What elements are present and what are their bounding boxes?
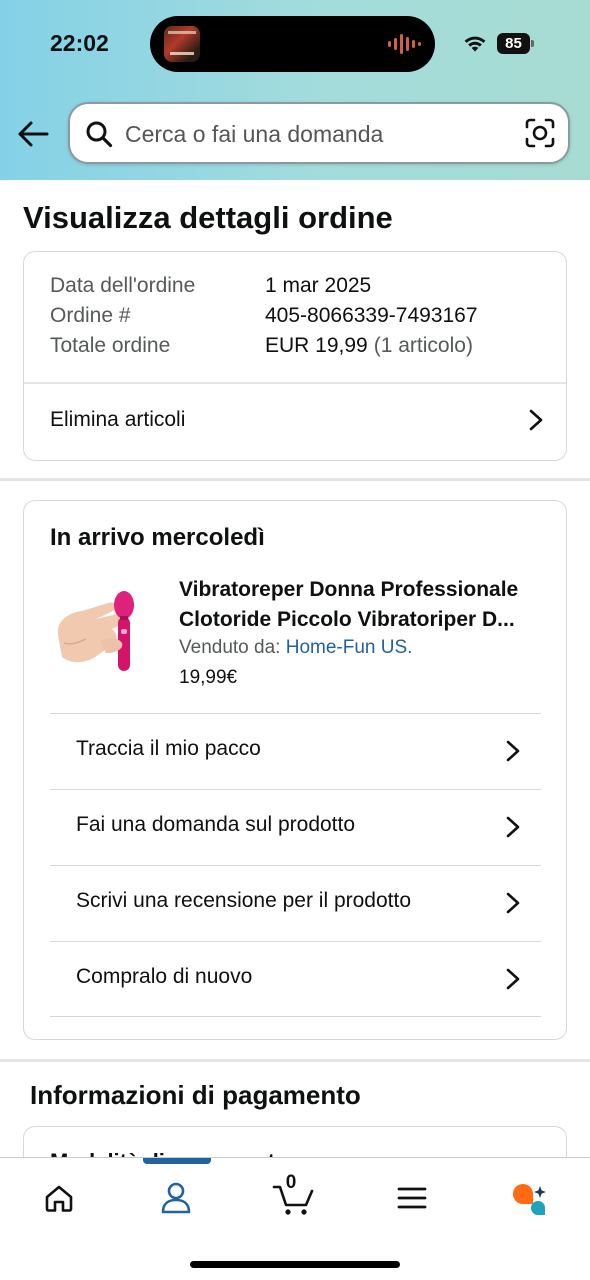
back-arrow-icon[interactable] — [16, 117, 50, 151]
product-image[interactable] — [52, 583, 162, 683]
nav-menu[interactable] — [377, 1176, 447, 1220]
cart-count: 0 — [285, 1172, 297, 1193]
delivery-heading: In arrivo mercoledì — [50, 524, 265, 551]
order-date-label: Data dell'ordine — [50, 274, 196, 297]
rufus-icon — [513, 1184, 546, 1215]
chevron-right-icon — [506, 892, 520, 914]
write-review-label: Scrivi una recensione per il prodotto — [76, 889, 412, 912]
order-total-value: EUR 19,99 — [265, 334, 368, 357]
nav-account[interactable] — [141, 1176, 211, 1220]
battery-level: 85 — [497, 33, 530, 54]
chevron-right-icon — [506, 740, 520, 762]
menu-icon — [397, 1187, 427, 1209]
now-playing-artwork — [164, 26, 200, 62]
order-number-row: Ordine # 405-8066339-7493167 — [50, 304, 478, 334]
chevron-right-icon — [506, 968, 520, 990]
seller-link[interactable]: Home-Fun US. — [286, 637, 413, 658]
order-date-row: Data dell'ordine 1 mar 2025 — [50, 274, 371, 304]
nav-cart[interactable]: 0 — [259, 1172, 329, 1220]
buy-again-label: Compralo di nuovo — [76, 965, 253, 988]
order-number-value: 405-8066339-7493167 — [265, 304, 478, 327]
delete-items-link[interactable]: Elimina articoli — [50, 402, 543, 438]
buy-again-button[interactable]: Compralo di nuovo — [50, 941, 541, 1017]
page-title: Visualizza dettagli ordine — [23, 200, 393, 235]
active-tab-indicator — [143, 1158, 211, 1164]
search-bar[interactable] — [68, 102, 570, 164]
track-package-label: Traccia il mio pacco — [76, 737, 261, 760]
sold-by-label: Venduto da: — [179, 637, 281, 658]
order-total-label: Totale ordine — [50, 334, 171, 357]
order-number-label: Ordine # — [50, 304, 131, 327]
divider — [24, 382, 566, 384]
bottom-nav: 0 — [0, 1157, 590, 1280]
product-price: 19,99€ — [179, 667, 238, 688]
order-total-row: Totale ordine EUR 19,99 (1 articolo) — [50, 334, 473, 364]
section-separator — [0, 478, 590, 481]
wifi-icon — [464, 36, 486, 52]
account-icon — [161, 1182, 191, 1214]
order-item-count: (1 articolo) — [373, 334, 473, 357]
chevron-right-icon — [529, 409, 543, 431]
home-icon — [45, 1185, 73, 1212]
status-time: 22:02 — [50, 30, 109, 56]
delete-items-label: Elimina articoli — [50, 408, 186, 431]
chevron-right-icon — [506, 816, 520, 838]
delivery-card: In arrivo mercoledì Vibratoreper Donna P… — [23, 500, 567, 1040]
sold-by: Venduto da: Home-Fun US. — [179, 637, 412, 659]
product-title-line1: Vibratoreper Donna Professionale — [179, 578, 519, 601]
camera-scan-icon[interactable] — [525, 118, 555, 148]
app-header: 22:02 85 — [0, 0, 590, 180]
dynamic-island[interactable] — [150, 16, 435, 72]
product-title-link[interactable]: Vibratoreper Donna Professionale Clotori… — [179, 575, 549, 635]
home-indicator[interactable] — [190, 1261, 400, 1268]
track-package-button[interactable]: Traccia il mio pacco — [50, 713, 541, 789]
product-title-line2: Clotoride Piccolo Vibratoriper D... — [179, 608, 515, 631]
search-icon — [86, 121, 113, 148]
order-date-value: 1 mar 2025 — [265, 274, 372, 297]
ask-question-button[interactable]: Fai una domanda sul prodotto — [50, 789, 541, 865]
payment-heading: Informazioni di pagamento — [30, 1080, 361, 1110]
search-input[interactable] — [125, 112, 505, 156]
order-summary-card: Data dell'ordine 1 mar 2025 Ordine # 405… — [23, 251, 567, 461]
nav-rufus[interactable] — [494, 1176, 564, 1220]
nav-home[interactable] — [24, 1176, 94, 1220]
audio-wave-icon — [388, 34, 424, 54]
ask-question-label: Fai una domanda sul prodotto — [76, 813, 356, 836]
section-separator — [0, 1059, 590, 1062]
battery-indicator: 85 — [497, 33, 535, 54]
write-review-button[interactable]: Scrivi una recensione per il prodotto — [50, 865, 541, 941]
